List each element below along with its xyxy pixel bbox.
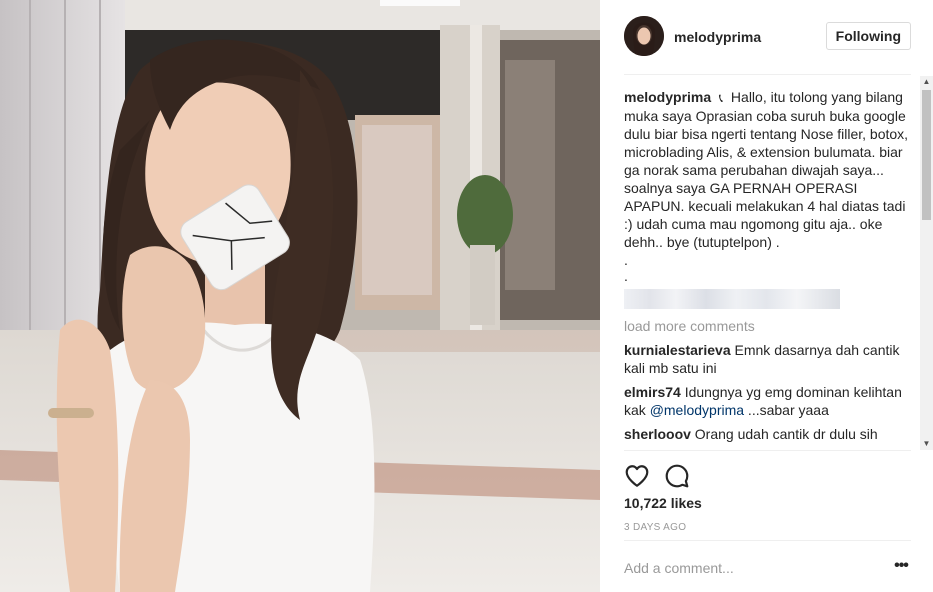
post-username[interactable]: melodyprima xyxy=(674,29,761,45)
mention-link[interactable]: @melodyprima xyxy=(650,402,744,418)
post-photo xyxy=(0,0,600,592)
caption-dot: . xyxy=(624,268,628,284)
likes-count[interactable]: 10,722 likes xyxy=(624,495,702,511)
photo-illustration xyxy=(0,0,600,592)
comment-username[interactable]: elmirs74 xyxy=(624,384,681,400)
post-actions: 10,722 likes 3 DAYS AGO xyxy=(624,450,911,533)
comment-item: elmirs74 Idungnya yg emg dominan kelihta… xyxy=(624,383,920,419)
heart-icon-svg xyxy=(625,465,649,487)
comment-input[interactable] xyxy=(624,555,874,581)
comment-bubble-icon-svg xyxy=(665,464,689,488)
following-button[interactable]: Following xyxy=(825,22,911,50)
avatar[interactable] xyxy=(624,16,664,56)
scrollbar-thumb[interactable] xyxy=(922,90,931,220)
comment-username[interactable]: kurnialestarieva xyxy=(624,342,731,358)
telephone-icon: 📞︎ xyxy=(718,91,724,105)
add-comment-section: ••• xyxy=(624,540,911,592)
post-details-panel: melodyprima Following melodyprima 📞︎ Hal… xyxy=(600,0,933,592)
redacted-text xyxy=(624,289,840,309)
caption-dot: . xyxy=(624,252,628,268)
post-header: melodyprima Following xyxy=(624,0,911,75)
comment-text: Orang udah cantik dr dulu sih xyxy=(694,426,878,442)
caption-text: Hallo, itu tolong yang bilang muka saya … xyxy=(624,89,909,250)
avatar-image xyxy=(624,16,664,56)
arrow-up-icon[interactable]: ▲ xyxy=(920,76,933,88)
load-more-comments-link[interactable]: load more comments xyxy=(624,317,920,335)
comment-username[interactable]: sherlooov xyxy=(624,426,691,442)
comments-scrollbar[interactable]: ▲ ▼ xyxy=(920,76,933,450)
comment-bubble-icon[interactable] xyxy=(664,463,690,489)
post-timestamp[interactable]: 3 DAYS AGO xyxy=(624,522,686,533)
comment-item: kurnialestarieva Emnk dasarnya dah canti… xyxy=(624,341,920,377)
comment-text: ...sabar yaaa xyxy=(744,402,829,418)
arrow-down-icon[interactable]: ▼ xyxy=(920,438,933,450)
comment-item: sherlooov Orang udah cantik dr dulu sih xyxy=(624,425,920,443)
comments-list: melodyprima 📞︎ Hallo, itu tolong yang bi… xyxy=(624,88,920,448)
caption-username[interactable]: melodyprima xyxy=(624,89,711,105)
post-caption: melodyprima 📞︎ Hallo, itu tolong yang bi… xyxy=(624,88,920,283)
heart-icon[interactable] xyxy=(624,463,650,489)
more-options-icon[interactable]: ••• xyxy=(891,558,911,577)
